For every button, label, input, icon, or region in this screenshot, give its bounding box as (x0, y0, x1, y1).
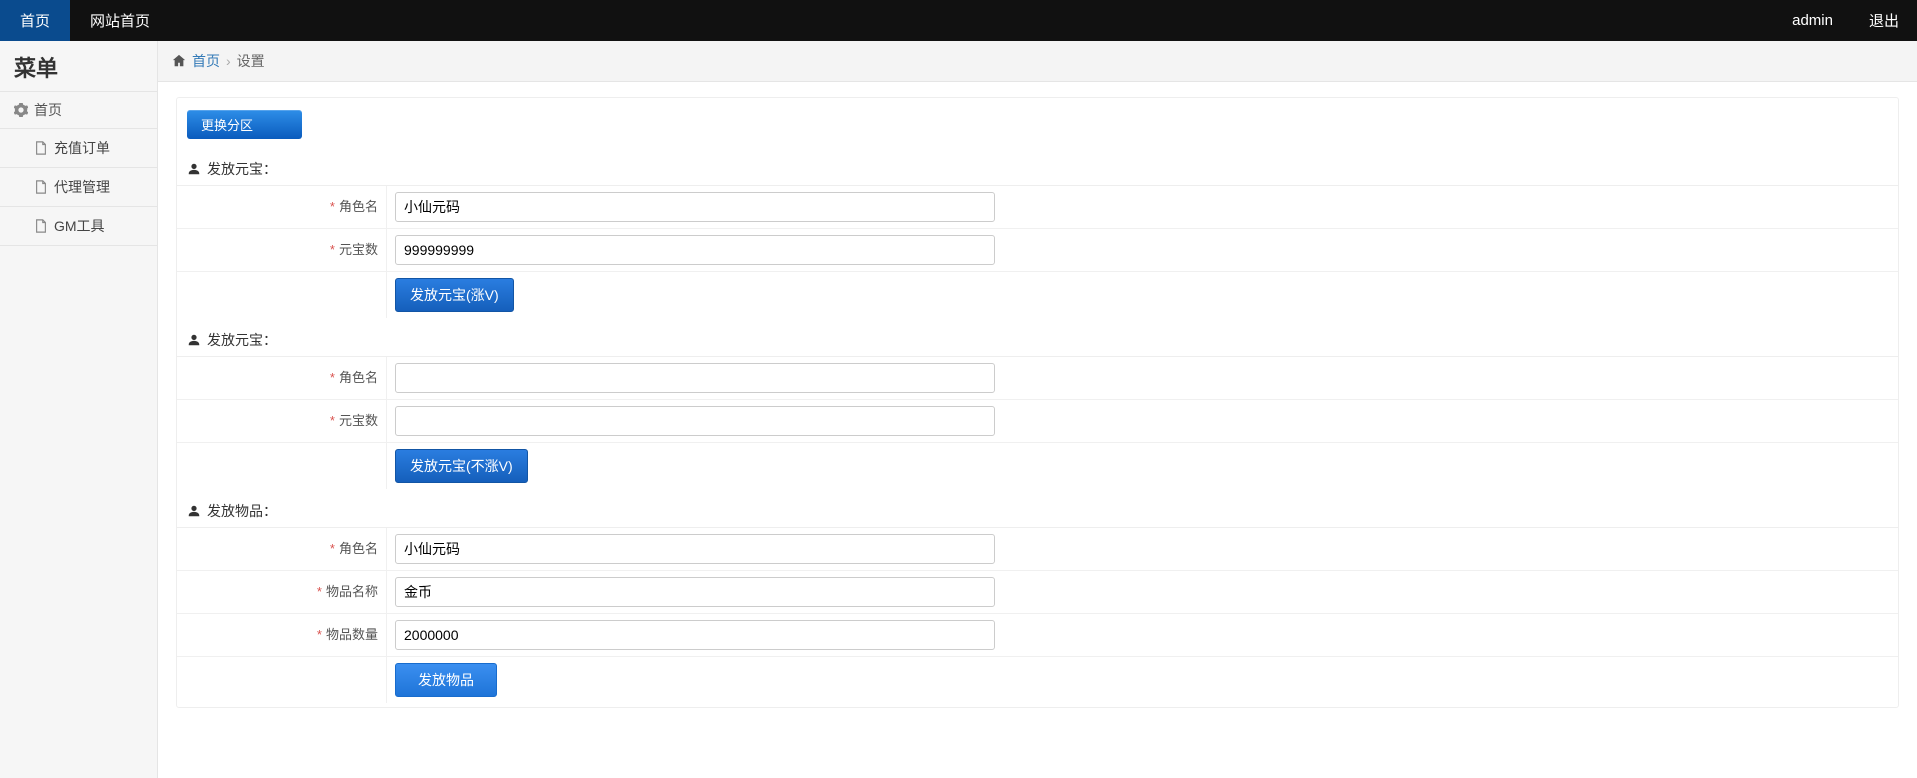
form-field (387, 614, 1898, 656)
form-table: *角色名*物品名称*物品数量发放物品 (177, 527, 1898, 703)
sidebar-title: 菜单 (0, 41, 157, 91)
form-row: *物品数量 (177, 614, 1898, 657)
form-label: *角色名 (177, 357, 387, 399)
breadcrumb-current: 设置 (237, 51, 265, 71)
sidebar-item-agent[interactable]: 代理管理 (0, 168, 157, 207)
text-input[interactable] (395, 235, 995, 265)
form-label: *物品数量 (177, 614, 387, 656)
sidebar-item-label: GM工具 (54, 216, 105, 236)
form-label: *元宝数 (177, 229, 387, 271)
form-field: 发放元宝(涨V) (387, 272, 1898, 318)
form-field (387, 186, 1898, 228)
sidebar: 菜单 首页 充值订单 代理管理 GM工具 (0, 41, 158, 778)
form-field (387, 528, 1898, 570)
form-table: *角色名*元宝数发放元宝(不涨V) (177, 356, 1898, 489)
form-row: 发放元宝(不涨V) (177, 443, 1898, 489)
form-field (387, 357, 1898, 399)
breadcrumb-sep: › (226, 53, 231, 69)
form-label: *角色名 (177, 528, 387, 570)
form-row: *物品名称 (177, 571, 1898, 614)
sidebar-item-label: 充值订单 (54, 138, 110, 158)
sidebar-root-label: 首页 (34, 100, 62, 120)
topnav-site-home[interactable]: 网站首页 (70, 0, 170, 41)
switch-zone-button[interactable]: 更换分区 (187, 110, 302, 139)
form-label: *元宝数 (177, 400, 387, 442)
sidebar-item-recharge[interactable]: 充值订单 (0, 129, 157, 168)
file-icon (34, 219, 48, 233)
gear-icon (14, 103, 28, 117)
sidebar-root-home[interactable]: 首页 (0, 91, 157, 129)
section-title: 发放物品： (207, 501, 277, 521)
file-icon (34, 141, 48, 155)
text-input[interactable] (395, 363, 995, 393)
section-header: 发放元宝： (177, 318, 1898, 356)
form-field (387, 400, 1898, 442)
form-label (177, 657, 387, 703)
form-field (387, 571, 1898, 613)
form-label (177, 272, 387, 318)
section-title: 发放元宝： (207, 330, 277, 350)
form-row: *角色名 (177, 528, 1898, 571)
form-row: *角色名 (177, 186, 1898, 229)
text-input[interactable] (395, 620, 995, 650)
form-label: *角色名 (177, 186, 387, 228)
form-row: 发放元宝(涨V) (177, 272, 1898, 318)
breadcrumb: 首页 › 设置 (158, 41, 1917, 82)
content: 首页 › 设置 更换分区 发放元宝：*角色名*元宝数发放元宝(涨V)发放元宝：*… (158, 41, 1917, 778)
topnav-home[interactable]: 首页 (0, 0, 70, 41)
form-field: 发放物品 (387, 657, 1898, 703)
text-input[interactable] (395, 577, 995, 607)
form-field: 发放元宝(不涨V) (387, 443, 1898, 489)
switch-zone-row: 更换分区 (177, 98, 1898, 147)
text-input[interactable] (395, 534, 995, 564)
sidebar-item-gmtool[interactable]: GM工具 (0, 207, 157, 246)
form-row: *角色名 (177, 357, 1898, 400)
user-icon (187, 504, 201, 518)
form-field (387, 229, 1898, 271)
text-input[interactable] (395, 406, 995, 436)
topbar: 首页 网站首页 admin 退出 (0, 0, 1917, 41)
user-icon (187, 333, 201, 347)
topnav-logout[interactable]: 退出 (1851, 0, 1917, 41)
submit-button[interactable]: 发放物品 (395, 663, 497, 697)
form-table: *角色名*元宝数发放元宝(涨V) (177, 185, 1898, 318)
breadcrumb-home[interactable]: 首页 (192, 51, 220, 71)
form-row: 发放物品 (177, 657, 1898, 703)
topnav-user[interactable]: admin (1774, 0, 1851, 41)
submit-button[interactable]: 发放元宝(涨V) (395, 278, 514, 312)
main-panel: 更换分区 发放元宝：*角色名*元宝数发放元宝(涨V)发放元宝：*角色名*元宝数发… (176, 97, 1899, 708)
form-row: *元宝数 (177, 400, 1898, 443)
topnav-right: admin 退出 (1774, 0, 1917, 41)
form-row: *元宝数 (177, 229, 1898, 272)
section-header: 发放元宝： (177, 147, 1898, 185)
section-title: 发放元宝： (207, 159, 277, 179)
form-label: *物品名称 (177, 571, 387, 613)
form-label (177, 443, 387, 489)
section-header: 发放物品： (177, 489, 1898, 527)
user-icon (187, 162, 201, 176)
sidebar-item-label: 代理管理 (54, 177, 110, 197)
home-icon (172, 54, 186, 68)
submit-button[interactable]: 发放元宝(不涨V) (395, 449, 528, 483)
file-icon (34, 180, 48, 194)
text-input[interactable] (395, 192, 995, 222)
topnav-left: 首页 网站首页 (0, 0, 170, 41)
